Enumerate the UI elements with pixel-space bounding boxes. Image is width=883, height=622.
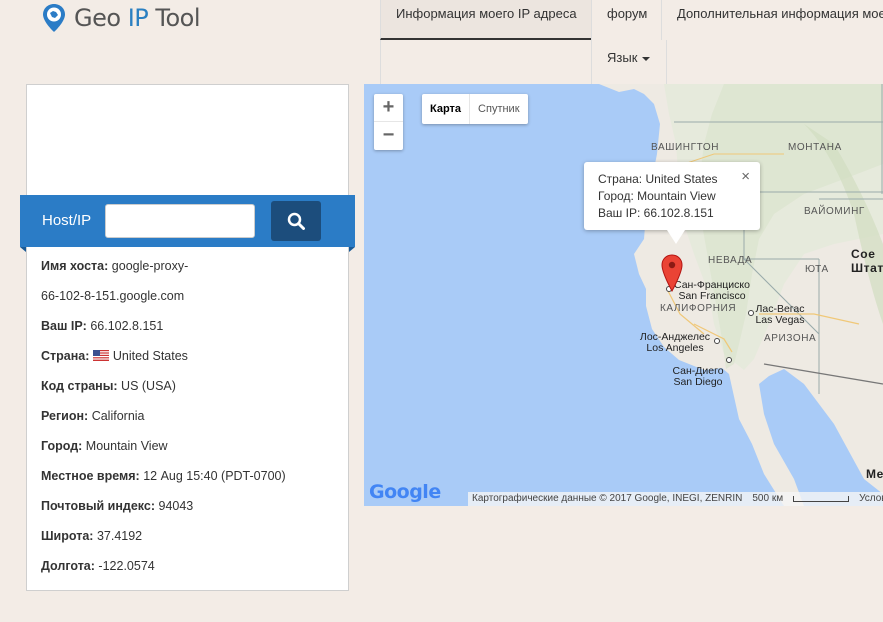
country-code-row: Код страны: US (USA)	[41, 371, 341, 401]
local-time-value: 12 Aug 15:40 (PDT-0700)	[143, 469, 286, 483]
hostname-row-cont: 66-102-8-151.google.com	[41, 281, 341, 311]
nav-forum[interactable]: форум	[591, 0, 661, 40]
city-value: Mountain View	[85, 439, 168, 453]
map-marker-icon[interactable]	[661, 254, 683, 292]
band-fold-right	[349, 247, 355, 252]
latitude-row: Широта: 37.4192	[41, 521, 341, 551]
local-time-key: Местное время:	[41, 469, 140, 483]
postal-code-row: Почтовый индекс: 94043	[41, 491, 341, 521]
map-type-satellite-button[interactable]: Спутник	[470, 94, 527, 124]
longitude-key: Долгота:	[41, 559, 95, 573]
top-nav: Информация моего IP адреса форум Дополни…	[380, 0, 883, 84]
map-label-montana: МОНТАНА	[788, 142, 842, 153]
latitude-key: Широта:	[41, 529, 94, 543]
region-value: California	[91, 409, 145, 423]
longitude-value: -122.0574	[98, 559, 155, 573]
logo-text: Geo IP Tool	[74, 4, 201, 32]
popup-ip: Ваш IP: 66.102.8.151	[598, 206, 714, 220]
terms-link[interactable]: Услов	[859, 492, 883, 506]
zoom-control: + −	[374, 94, 403, 150]
city-label-lv: Лас-Вегас Las Vegas	[755, 303, 805, 326]
map-pin-icon	[43, 4, 65, 32]
longitude-row: Долгота: -122.0574	[41, 551, 341, 581]
hostname-key: Имя хоста:	[41, 259, 109, 273]
scale-label: 500 км	[752, 493, 784, 504]
map-type-map-button[interactable]: Карта	[422, 94, 471, 124]
local-time-row: Местное время: 12 Aug 15:40 (PDT-0700)	[41, 461, 341, 491]
map-label-nevada: НЕВАДА	[708, 255, 753, 266]
city-label-la: Лос-Анджелес Los Angeles	[639, 331, 711, 354]
region-row: Регион: California	[41, 401, 341, 431]
search-button[interactable]	[271, 201, 321, 241]
popup-city: Город: Mountain View	[598, 189, 716, 203]
logo-tool: Tool	[155, 4, 201, 32]
site-logo[interactable]: Geo IP Tool	[42, 3, 201, 33]
caret-down-icon	[642, 56, 651, 61]
scale-bar	[793, 496, 850, 502]
host-ip-input[interactable]	[105, 204, 255, 238]
city-dot-sd	[726, 357, 732, 363]
language-label: Язык	[607, 50, 638, 65]
nav-my-ip-info[interactable]: Информация моего IP адреса	[380, 0, 591, 40]
zoom-in-button[interactable]: +	[374, 94, 403, 122]
map-label-utah: ЮТА	[805, 264, 829, 275]
map-label-california: КАЛИФОРНИЯ	[660, 303, 737, 314]
city-key: Город:	[41, 439, 83, 453]
ip-key: Ваш IP:	[41, 319, 87, 333]
ip-details-list: Имя хоста: google-proxy- 66-102-8-151.go…	[41, 251, 341, 581]
country-code-key: Код страны:	[41, 379, 118, 393]
hostname-value-cont: 66-102-8-151.google.com	[41, 289, 185, 303]
ip-row: Ваш IP: 66.102.8.151	[41, 311, 341, 341]
map-label-usa: Сое Штат	[851, 247, 883, 275]
region-key: Регион:	[41, 409, 89, 423]
country-code-value: US (USA)	[121, 379, 176, 393]
google-logo-text: Google	[369, 481, 441, 503]
hostname-value: google-proxy-	[111, 259, 189, 273]
google-logo[interactable]: Google	[369, 481, 441, 503]
band-fold-left	[20, 247, 26, 252]
nav-additional-info[interactable]: Дополнительная информация моего IP адрес…	[661, 0, 883, 40]
location-map[interactable]: ВАШИНГТОН МОНТАНА ВАЙОМИНГ НЕВАДА ЮТА КА…	[364, 84, 883, 506]
postal-code-key: Почтовый индекс:	[41, 499, 156, 513]
city-label-sf: Сан-Франциско San Francisco	[674, 279, 750, 302]
country-key: Страна:	[41, 349, 90, 363]
city-row: Город: Mountain View	[41, 431, 341, 461]
nav-divider	[380, 40, 381, 84]
ip-value: 66.102.8.151	[90, 319, 164, 333]
logo-ip: IP	[127, 4, 149, 32]
search-icon	[287, 212, 305, 230]
popup-country: Страна: United States	[598, 172, 718, 186]
hostname-row: Имя хоста: google-proxy-	[41, 251, 341, 281]
map-label-wyoming: ВАЙОМИНГ	[804, 206, 865, 217]
city-label-sd: Сан-Диего San Diego	[672, 365, 724, 388]
map-label-mexico: Ме	[866, 467, 883, 481]
country-row: Страна: United States	[41, 341, 341, 371]
map-type-control: Карта Спутник	[422, 94, 528, 124]
host-ip-label: Host/IP	[42, 212, 92, 229]
us-flag-icon	[92, 350, 109, 361]
nav-language-dropdown[interactable]: Язык	[591, 40, 667, 84]
map-label-arizona: АРИЗОНА	[764, 333, 817, 344]
map-attribution: Картографические данные © 2017 Google, I…	[468, 492, 883, 506]
logo-geo: Geo	[74, 4, 121, 32]
close-icon[interactable]: ×	[741, 168, 750, 185]
zoom-out-button[interactable]: −	[374, 122, 403, 150]
country-value: United States	[112, 349, 188, 363]
attribution-text: Картографические данные © 2017 Google, I…	[472, 493, 743, 504]
latitude-value: 37.4192	[96, 529, 143, 543]
postal-code-value: 94043	[158, 499, 194, 513]
map-label-washington: ВАШИНГТОН	[651, 142, 720, 153]
info-window: Страна: United States Город: Mountain Vi…	[584, 162, 760, 230]
info-window-tail	[667, 230, 685, 244]
